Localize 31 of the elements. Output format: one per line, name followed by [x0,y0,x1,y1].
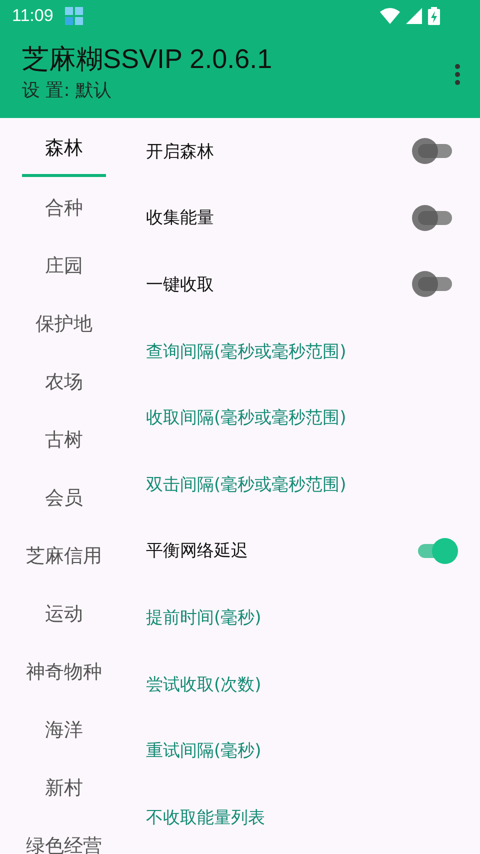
setting-link[interactable]: 尝试收取(次数) [146,672,262,696]
category-tab[interactable]: 古树 [22,412,106,470]
setting-link[interactable]: 双击间隔(毫秒或毫秒范围) [146,472,346,496]
setting-label: 收集能量 [146,207,215,230]
setting-label: 一键收取 [146,274,215,296]
notification-icon [65,7,84,25]
category-tab[interactable]: 保护地 [22,296,106,354]
category-tab[interactable]: 运动 [22,586,106,644]
category-tab[interactable]: 农场 [22,354,106,412]
category-tab[interactable]: 绿色经营 [22,818,106,854]
setting-label: 开启森林 [146,140,215,163]
setting-link[interactable]: 重试间隔(毫秒) [146,739,262,762]
setting-link[interactable]: 不收取能量列表 [146,806,265,829]
wifi-icon [380,8,400,24]
category-tab[interactable]: 森林 [22,122,106,177]
setting-link[interactable]: 提前时间(毫秒) [146,606,262,629]
category-tab[interactable]: 合种 [22,180,106,238]
setting-label: 平衡网络延迟 [146,540,249,562]
app-title: 芝麻糊SSVIP 2.0.6.1 [22,43,274,76]
category-tab[interactable]: 会员 [22,470,106,528]
app-subtitle: 设 置: 默认 [22,79,113,103]
setting-link[interactable]: 收取间隔(毫秒或毫秒范围) [146,406,346,430]
setting-link[interactable]: 查询间隔(毫秒或毫秒范围) [146,340,346,363]
battery-icon [428,7,440,25]
signal-icon [406,8,422,24]
category-tab[interactable]: 海洋 [22,702,106,760]
category-tab[interactable]: 芝麻信用 [22,528,106,586]
category-tab[interactable]: 神奇物种 [22,644,106,702]
category-tab[interactable]: 庄园 [22,238,106,296]
category-tab[interactable]: 新村 [22,760,106,818]
status-time: 11:09 [12,6,54,26]
